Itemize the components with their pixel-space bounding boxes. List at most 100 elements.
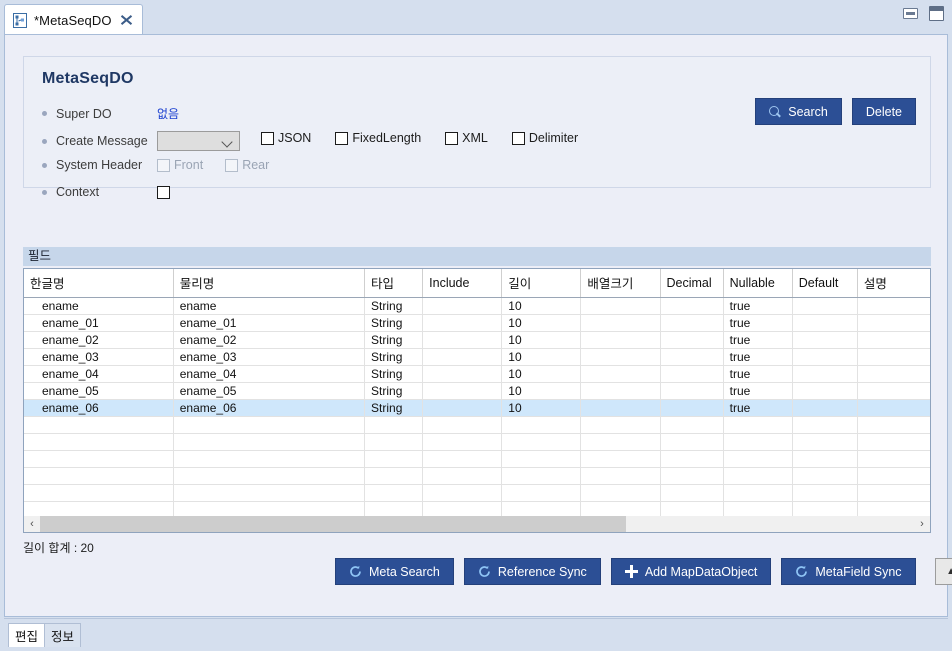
table-cell[interactable] <box>422 399 503 417</box>
table-cell[interactable]: 10 <box>501 314 582 332</box>
table-cell-empty[interactable] <box>580 467 661 485</box>
column-header-length[interactable]: 길이 <box>501 269 582 298</box>
table-cell[interactable]: ename_01 <box>24 314 174 332</box>
tab-info[interactable]: 정보 <box>44 623 82 647</box>
table-cell-empty[interactable] <box>422 467 503 485</box>
table-cell-empty[interactable] <box>857 450 930 468</box>
column-header-physical[interactable]: 물리명 <box>173 269 366 298</box>
table-cell[interactable]: ename_02 <box>24 331 174 349</box>
table-cell[interactable]: true <box>723 399 793 417</box>
table-cell[interactable] <box>660 331 724 349</box>
table-cell-empty[interactable] <box>792 416 858 434</box>
table-row-empty[interactable] <box>24 484 930 502</box>
table-cell[interactable] <box>792 314 858 332</box>
table-row[interactable]: ename_04 ename_04 String 10 true <box>24 365 930 383</box>
table-cell[interactable]: 10 <box>501 297 582 315</box>
table-cell-empty[interactable] <box>792 450 858 468</box>
table-cell-empty[interactable] <box>857 433 930 451</box>
table-cell[interactable]: ename_04 <box>24 365 174 383</box>
table-cell[interactable] <box>792 365 858 383</box>
reference-sync-button[interactable]: Reference Sync <box>463 558 601 585</box>
table-cell-empty[interactable] <box>422 433 503 451</box>
tab-edit[interactable]: 편집 <box>8 623 46 647</box>
table-cell[interactable]: 10 <box>501 348 582 366</box>
table-cell[interactable] <box>792 297 858 315</box>
table-cell[interactable]: ename_03 <box>173 348 366 366</box>
table-cell-empty[interactable] <box>857 484 930 502</box>
table-cell-empty[interactable] <box>364 433 424 451</box>
table-row-empty[interactable] <box>24 416 930 434</box>
checkbox-context[interactable] <box>157 185 170 199</box>
tab-metaseqdo[interactable]: *MetaSeqDO <box>4 4 143 35</box>
table-cell-empty[interactable] <box>792 467 858 485</box>
checkbox-box[interactable] <box>335 131 349 145</box>
table-cell[interactable]: ename_06 <box>24 399 174 417</box>
table-cell-empty[interactable] <box>792 484 858 502</box>
add-mapdataobject-button[interactable]: Add MapDataObject <box>610 558 772 585</box>
table-cell[interactable]: 10 <box>501 399 582 417</box>
scroll-left-arrow-icon[interactable]: ‹ <box>24 516 40 532</box>
table-cell[interactable] <box>660 382 724 400</box>
table-cell[interactable]: ename_04 <box>173 365 366 383</box>
table-cell-empty[interactable] <box>24 433 174 451</box>
table-cell[interactable]: 10 <box>501 365 582 383</box>
scrollbar-track[interactable] <box>40 516 914 532</box>
table-cell[interactable] <box>580 348 661 366</box>
table-cell[interactable] <box>857 399 930 417</box>
table-cell-empty[interactable] <box>422 450 503 468</box>
checkbox-fixedlength[interactable]: FixedLength <box>335 131 421 145</box>
table-cell[interactable] <box>422 382 503 400</box>
table-row[interactable]: ename_02 ename_02 String 10 true <box>24 331 930 349</box>
table-cell[interactable] <box>857 314 930 332</box>
close-icon[interactable] <box>120 14 133 27</box>
scroll-right-arrow-icon[interactable]: › <box>914 516 930 532</box>
scrollbar-thumb[interactable] <box>40 516 626 532</box>
delete-button[interactable]: Delete <box>851 98 916 125</box>
table-cell-empty[interactable] <box>723 450 793 468</box>
column-header-include[interactable]: Include <box>422 269 503 298</box>
table-cell[interactable]: true <box>723 382 793 400</box>
table-cell[interactable] <box>422 314 503 332</box>
table-cell-empty[interactable] <box>422 484 503 502</box>
table-cell-empty[interactable] <box>173 450 366 468</box>
table-cell[interactable]: ename_05 <box>24 382 174 400</box>
table-cell[interactable] <box>857 331 930 349</box>
table-cell[interactable] <box>422 365 503 383</box>
table-cell[interactable]: String <box>364 399 424 417</box>
table-row[interactable]: ename_06 ename_06 String 10 true <box>24 399 930 417</box>
table-cell-empty[interactable] <box>501 433 582 451</box>
table-cell[interactable] <box>422 331 503 349</box>
table-cell[interactable] <box>660 399 724 417</box>
table-cell-empty[interactable] <box>723 467 793 485</box>
column-header-default[interactable]: Default <box>792 269 858 298</box>
table-cell[interactable]: String <box>364 314 424 332</box>
table-cell[interactable] <box>792 399 858 417</box>
table-cell[interactable]: ename_03 <box>24 348 174 366</box>
table-row-empty[interactable] <box>24 450 930 468</box>
table-cell[interactable]: true <box>723 297 793 315</box>
table-cell-empty[interactable] <box>501 416 582 434</box>
table-cell-empty[interactable] <box>580 450 661 468</box>
table-row[interactable]: ename_05 ename_05 String 10 true <box>24 382 930 400</box>
column-header-type[interactable]: 타입 <box>364 269 424 298</box>
table-cell[interactable]: ename_02 <box>173 331 366 349</box>
metafield-sync-button[interactable]: MetaField Sync <box>781 558 916 585</box>
checkbox-delimiter[interactable]: Delimiter <box>511 131 578 145</box>
table-cell[interactable]: String <box>364 348 424 366</box>
table-row-empty[interactable] <box>24 433 930 451</box>
table-cell[interactable]: true <box>723 348 793 366</box>
table-cell-empty[interactable] <box>364 416 424 434</box>
table-cell[interactable] <box>580 314 661 332</box>
checkbox-json[interactable]: JSON <box>261 131 311 145</box>
table-cell[interactable] <box>857 382 930 400</box>
horizontal-scrollbar[interactable]: ‹ › <box>24 516 930 532</box>
table-cell-empty[interactable] <box>364 467 424 485</box>
table-cell[interactable]: ename <box>173 297 366 315</box>
column-header-hangul[interactable]: 한글명 <box>24 269 174 298</box>
maximize-icon[interactable] <box>929 6 944 21</box>
table-cell-empty[interactable] <box>857 467 930 485</box>
table-row[interactable]: ename ename String 10 true <box>24 297 930 315</box>
table-cell[interactable] <box>660 297 724 315</box>
table-cell[interactable]: ename_06 <box>173 399 366 417</box>
table-cell[interactable] <box>857 348 930 366</box>
